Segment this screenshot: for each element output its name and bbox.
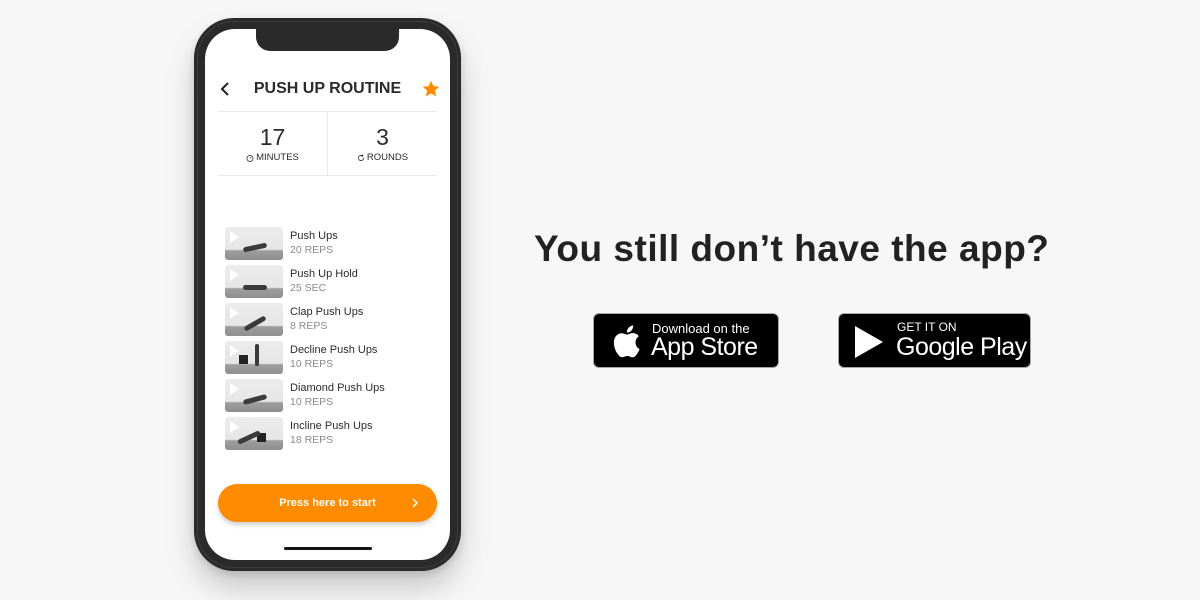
stat-value: 3	[376, 124, 389, 150]
star-icon	[422, 80, 440, 97]
exercise-item[interactable]: Clap Push Ups 8 REPS	[225, 300, 435, 338]
start-button[interactable]: Press here to start	[218, 484, 437, 522]
page-title: PUSH UP ROUTINE	[253, 80, 402, 97]
exercise-thumbnail	[225, 226, 283, 260]
athlete-figure	[255, 343, 259, 366]
play-icon	[230, 344, 239, 357]
start-button-label: Press here to start	[279, 497, 376, 509]
chevron-right-icon	[412, 498, 419, 508]
exercise-detail: 10 REPS	[290, 396, 334, 408]
home-indicator	[284, 547, 372, 550]
stat-rounds: 3 ROUNDS	[327, 112, 437, 175]
app-store-badge[interactable]: Download on the App Store	[593, 313, 779, 368]
exercise-item[interactable]: Decline Push Ups 10 REPS	[225, 338, 435, 376]
athlete-figure	[243, 284, 267, 290]
athlete-figure	[242, 242, 268, 252]
apple-icon	[613, 325, 640, 358]
routine-header: PUSH UP ROUTINE	[205, 71, 450, 111]
favorite-button[interactable]	[421, 79, 441, 99]
exercise-name: Decline Push Ups	[290, 344, 378, 356]
stat-label: ROUNDS	[366, 152, 409, 163]
stopwatch-icon	[246, 154, 254, 162]
exercise-name: Push Up Hold	[290, 268, 358, 280]
exercise-detail: 18 REPS	[290, 434, 334, 446]
promo-headline: You still don’t have the app?	[534, 228, 1050, 269]
exercise-thumbnail	[225, 416, 283, 450]
stat-label-row: MINUTES	[246, 152, 299, 163]
box-prop	[239, 354, 248, 364]
exercise-name: Incline Push Ups	[290, 420, 373, 432]
exercise-name: Diamond Push Ups	[290, 382, 385, 394]
athlete-figure	[243, 314, 267, 332]
exercise-list: Push Ups 20 REPS Push Up Hold 25 SEC Cla…	[225, 224, 435, 452]
exercise-thumbnail	[225, 340, 283, 374]
exercise-name: Clap Push Ups	[290, 306, 364, 318]
refresh-icon	[357, 153, 364, 161]
stat-label: MINUTES	[256, 152, 299, 163]
phone-notch	[256, 29, 399, 51]
stat-label-row: ROUNDS	[357, 152, 408, 163]
exercise-item[interactable]: Push Ups 20 REPS	[225, 224, 435, 262]
phone-screen: PUSH UP ROUTINE 17 MINUTES 3 ROUNDS Push…	[205, 29, 450, 560]
exercise-detail: 25 SEC	[290, 282, 327, 294]
play-icon	[230, 382, 239, 395]
exercise-detail: 10 REPS	[290, 358, 334, 370]
app-store-big-text: App Store	[651, 333, 758, 361]
exercise-thumbnail	[225, 378, 283, 412]
phone-mockup: PUSH UP ROUTINE 17 MINUTES 3 ROUNDS Push…	[194, 18, 461, 571]
exercise-thumbnail	[225, 264, 283, 298]
athlete-figure	[242, 393, 268, 405]
play-icon	[230, 420, 239, 433]
exercise-detail: 8 REPS	[290, 320, 328, 332]
exercise-item[interactable]: Diamond Push Ups 10 REPS	[225, 376, 435, 414]
stat-minutes: 17 MINUTES	[218, 112, 327, 175]
google-play-big-text: Google Play	[896, 333, 1027, 361]
play-icon	[855, 326, 883, 358]
play-icon	[230, 268, 239, 281]
exercise-item[interactable]: Push Up Hold 25 SEC	[225, 262, 435, 300]
exercise-detail: 20 REPS	[290, 244, 334, 256]
exercise-name: Push Ups	[290, 230, 338, 242]
play-icon	[230, 230, 239, 243]
google-play-small-text: GET IT ON	[897, 320, 957, 334]
play-icon	[230, 306, 239, 319]
exercise-item[interactable]: Incline Push Ups 18 REPS	[225, 414, 435, 452]
routine-stats: 17 MINUTES 3 ROUNDS	[218, 111, 437, 176]
google-play-badge[interactable]: GET IT ON Google Play	[838, 313, 1031, 368]
exercise-thumbnail	[225, 302, 283, 336]
stat-value: 17	[259, 124, 286, 150]
